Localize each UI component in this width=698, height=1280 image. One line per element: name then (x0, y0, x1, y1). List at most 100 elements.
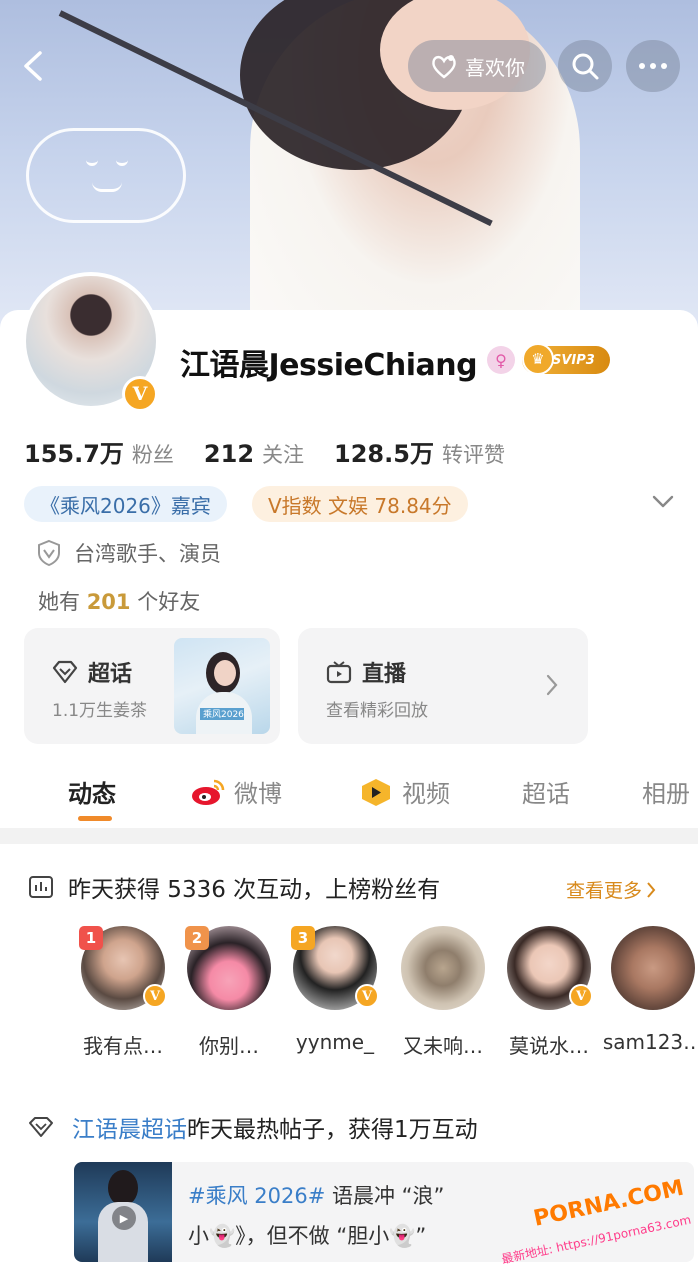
rank-badge: 1 (79, 926, 103, 950)
banner-cloud-doodle (26, 128, 186, 223)
tab-dynamics[interactable]: 动态 (68, 774, 116, 809)
chevron-left-icon (24, 51, 42, 81)
fan-avatar: V (507, 926, 593, 1010)
hot-post-text: 江语晨超话昨天最热帖子，获得1万互动 (72, 1110, 478, 1144)
more-dots-icon (639, 63, 667, 69)
verified-badge-icon: V (143, 984, 167, 1008)
post-thumbnail: ▶ (74, 1162, 172, 1262)
v-index-chip[interactable]: V指数 文娱 78.84分 (252, 486, 468, 522)
post-text-1: 语晨冲 “浪” (325, 1184, 445, 1208)
stat-label: 转评赞 (441, 443, 505, 467)
fan-name: 你别… (199, 1034, 259, 1058)
chevron-right-icon (647, 881, 656, 898)
top-fans-heading: 昨天获得 5336 次互动，上榜粉丝有 (28, 870, 440, 904)
fan-avatar: 2 (185, 926, 271, 1010)
play-icon: ▶ (112, 1206, 136, 1230)
chevron-down-icon[interactable] (652, 494, 674, 510)
post-line-1: #乘风 2026# 语晨冲 “浪” (188, 1180, 444, 1210)
thumb-face (214, 660, 236, 686)
section-divider (0, 828, 698, 844)
stat-reposts-comments-likes[interactable]: 128.5万 转评赞 (334, 434, 505, 469)
female-gender-icon: ♀ (487, 346, 515, 374)
guest-chip[interactable]: 《乘风2026》嘉宾 (24, 486, 227, 522)
fan-avatar (401, 926, 485, 1010)
thumb-hair (108, 1170, 138, 1206)
live-card[interactable]: 直播 查看精彩回放 (298, 628, 588, 744)
stat-label: 关注 (262, 443, 305, 467)
friends-suffix: 个好友 (137, 590, 201, 614)
stat-value: 128.5万 (334, 440, 434, 468)
like-you-button[interactable]: 喜欢你 (408, 40, 546, 92)
fan-item[interactable]: 1 V 我有点… (68, 926, 178, 1059)
tab-video[interactable]: 视频 (358, 774, 450, 809)
thumb-tag-text: 乘风2026 (203, 710, 244, 720)
back-button[interactable] (14, 40, 54, 92)
tab-label: 微博 (234, 780, 282, 808)
see-more-label: 查看更多 (566, 880, 643, 902)
occupation-row: 台湾歌手、演员 (36, 538, 221, 568)
fan-avatar (611, 926, 695, 1010)
rank-badge: 2 (185, 926, 209, 950)
heart-hand-icon (432, 55, 456, 79)
crown-icon: ♛ (522, 343, 554, 375)
friends-row[interactable]: 她有 201 个好友 (38, 586, 200, 616)
chevron-right-icon (546, 674, 558, 696)
tab-label: 视频 (402, 780, 450, 808)
post-hashtag[interactable]: #乘风 2026# (188, 1184, 325, 1208)
verified-badge-icon: V (569, 984, 593, 1008)
tab-label: 相册 (642, 780, 690, 808)
svip-badge[interactable]: ♛ SVIP3 (522, 343, 610, 375)
rank-badge: 3 (291, 926, 315, 950)
stat-followers[interactable]: 155.7万 粉丝 (24, 434, 174, 469)
fan-name: yynme_ (295, 1030, 375, 1054)
tab-label: 动态 (68, 780, 116, 808)
active-tab-indicator (78, 816, 112, 821)
bar-chart-icon (29, 876, 53, 898)
verified-badge-icon: V (355, 984, 379, 1008)
stat-following[interactable]: 212 关注 (204, 439, 304, 469)
tab-weibo[interactable]: 微博 (190, 774, 282, 809)
tab-super-topic[interactable]: 超话 (522, 774, 570, 809)
super-topic-label: 超话 (88, 662, 133, 687)
fan-item[interactable]: V 莫说水… (494, 926, 604, 1059)
like-you-label: 喜欢你 (465, 55, 525, 80)
verified-badge-icon: V (122, 376, 158, 412)
svip-label: SVIP3 (552, 352, 595, 368)
diamond-icon (29, 1117, 53, 1137)
super-topic-title: 超话 (52, 656, 132, 688)
fan-item[interactable]: 2 你别… (174, 926, 284, 1059)
video-hex-icon (362, 778, 390, 806)
hot-post-heading-rest: 昨天最热帖子，获得1万互动 (187, 1117, 478, 1143)
friends-prefix: 她有 (38, 590, 80, 614)
verified-shield-icon (38, 539, 60, 567)
live-sub: 查看精彩回放 (326, 701, 428, 721)
friends-count: 201 (86, 590, 131, 614)
fan-avatar: 3 V (291, 926, 379, 1010)
fan-item[interactable]: 3 V yynme_ (280, 926, 390, 1054)
live-title: 直播 (326, 656, 406, 688)
weibo-logo-icon (192, 779, 225, 805)
stat-value: 212 (203, 440, 255, 468)
fan-item[interactable]: sam123… (598, 926, 698, 1054)
search-icon (572, 53, 599, 80)
fan-name: 又未响… (403, 1034, 483, 1058)
profile-name: 江语晨JessieChiang (180, 348, 478, 383)
super-topic-card[interactable]: 超话 1.1万生姜茶 乘风2026 (24, 628, 280, 744)
top-fans-text: 昨天获得 5336 次互动，上榜粉丝有 (68, 877, 441, 903)
occupation-text: 台湾歌手、演员 (74, 542, 221, 566)
see-more-link[interactable]: 查看更多 (566, 876, 656, 903)
fan-name: 莫说水… (509, 1034, 589, 1058)
search-button[interactable] (558, 40, 612, 92)
fan-name: 我有点… (83, 1034, 163, 1058)
fan-item[interactable]: 又未响… (388, 926, 498, 1059)
stat-value: 155.7万 (24, 440, 124, 468)
super-topic-sub: 1.1万生姜茶 (52, 701, 148, 721)
super-topic-link[interactable]: 江语晨超话 (72, 1117, 187, 1143)
watermark-url: 最新地址: https://91porna63.com (500, 1212, 693, 1267)
diamond-icon (52, 660, 78, 684)
more-button[interactable] (626, 40, 680, 92)
tv-icon (326, 661, 352, 684)
stat-label: 粉丝 (131, 443, 174, 467)
tab-album[interactable]: 相册 (642, 774, 690, 809)
profile-stats: 155.7万 粉丝 212 关注 128.5万 转评赞 (24, 434, 505, 469)
